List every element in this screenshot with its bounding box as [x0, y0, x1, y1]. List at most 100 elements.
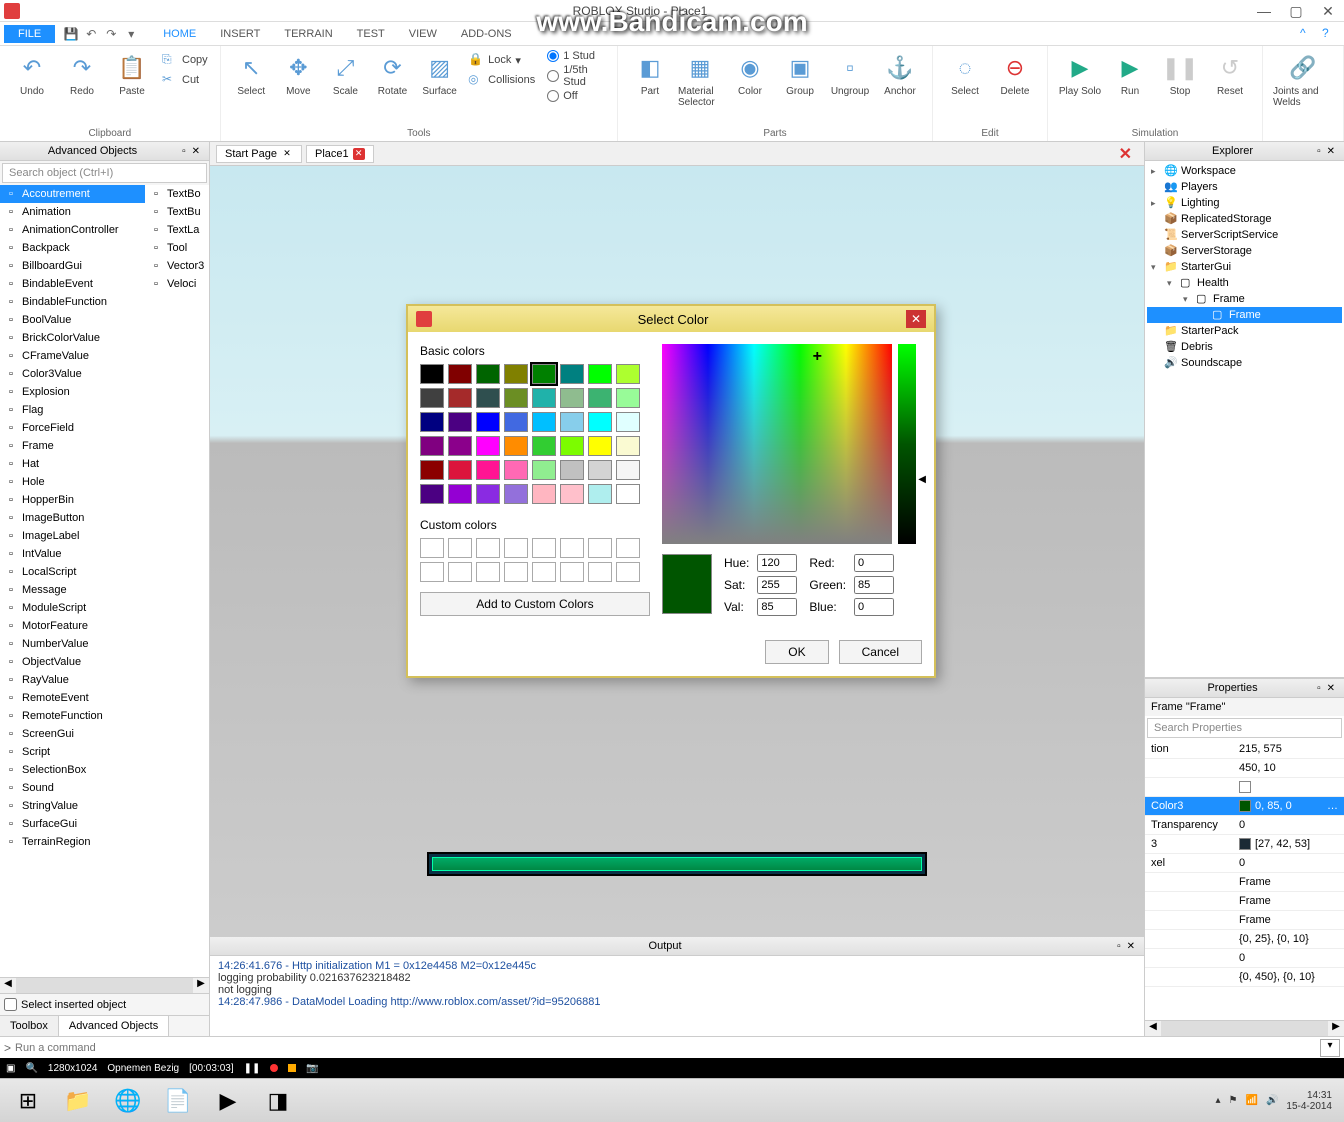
basic-color-swatch[interactable] — [420, 484, 444, 504]
select-tool-button[interactable]: ↖Select — [229, 50, 274, 99]
reset-button[interactable]: ↺Reset — [1206, 50, 1254, 99]
basic-color-swatch[interactable] — [560, 364, 584, 384]
object-item[interactable]: ▫RemoteEvent — [0, 689, 145, 707]
snap-radio[interactable]: 1/5th Stud — [547, 64, 609, 88]
tree-node[interactable]: 📦ReplicatedStorage — [1147, 211, 1342, 227]
property-row[interactable]: Frame — [1145, 873, 1344, 892]
basic-color-swatch[interactable] — [504, 484, 528, 504]
close-view-icon[interactable]: ✕ — [1113, 144, 1138, 164]
rec-stop-icon[interactable] — [288, 1064, 296, 1072]
object-item[interactable]: ▫Message — [0, 581, 145, 599]
basic-color-swatch[interactable] — [616, 388, 640, 408]
tray-network-icon[interactable]: 📶 — [1246, 1095, 1258, 1106]
basic-color-swatch[interactable] — [588, 436, 612, 456]
scale-tool-button[interactable]: ⤢Scale — [323, 50, 368, 99]
rec-pause-icon[interactable]: ❚❚ — [244, 1063, 261, 1074]
green-input[interactable] — [854, 576, 894, 594]
group-button[interactable]: ▣Group — [776, 50, 824, 99]
red-input[interactable] — [854, 554, 894, 572]
custom-color-swatch[interactable] — [588, 562, 612, 582]
object-item[interactable]: ▫Color3Value — [0, 365, 145, 383]
rotate-tool-button[interactable]: ⟳Rotate — [370, 50, 415, 99]
basic-color-swatch[interactable] — [588, 412, 612, 432]
basic-color-swatch[interactable] — [448, 436, 472, 456]
basic-color-swatch[interactable] — [560, 436, 584, 456]
object-item[interactable]: ▫LocalScript — [0, 563, 145, 581]
tab-toolbox[interactable]: Toolbox — [0, 1016, 59, 1036]
snap-radio[interactable]: 1 Stud — [547, 50, 609, 62]
object-search-input[interactable]: Search object (Ctrl+I) — [2, 163, 207, 183]
tree-node[interactable]: 🔊Soundscape — [1147, 355, 1342, 371]
object-item[interactable]: ▫Frame — [0, 437, 145, 455]
menu-tab-home[interactable]: HOME — [151, 24, 208, 44]
basic-color-swatch[interactable] — [560, 460, 584, 480]
object-item[interactable]: ▫NumberValue — [0, 635, 145, 653]
tree-node[interactable]: 📜ServerScriptService — [1147, 227, 1342, 243]
object-item[interactable]: ▫RayValue — [0, 671, 145, 689]
object-item[interactable]: ▫CFrameValue — [0, 347, 145, 365]
tree-caret-icon[interactable]: ▸ — [1151, 166, 1161, 177]
basic-color-swatch[interactable] — [420, 412, 444, 432]
move-tool-button[interactable]: ✥Move — [276, 50, 321, 99]
horizontal-scrollbar[interactable]: ◀▶ — [0, 977, 209, 993]
basic-color-swatch[interactable] — [588, 484, 612, 504]
basic-color-swatch[interactable] — [616, 412, 640, 432]
property-row[interactable]: Frame — [1145, 892, 1344, 911]
object-item[interactable]: ▫Hat — [0, 455, 145, 473]
basic-color-swatch[interactable] — [476, 388, 500, 408]
basic-color-swatch[interactable] — [448, 364, 472, 384]
basic-color-swatch[interactable] — [420, 364, 444, 384]
basic-color-swatch[interactable] — [420, 460, 444, 480]
edit-select-button[interactable]: ◌Select — [941, 50, 989, 99]
blue-input[interactable] — [854, 598, 894, 616]
tree-node[interactable]: ▾▢Frame — [1147, 291, 1342, 307]
run-button[interactable]: ▶Run — [1106, 50, 1154, 99]
basic-color-swatch[interactable] — [616, 436, 640, 456]
tray-flag-icon[interactable]: ⚑ — [1229, 1095, 1238, 1106]
menu-tab-test[interactable]: TEST — [345, 24, 397, 44]
object-item[interactable]: ▫BoolValue — [0, 311, 145, 329]
tree-node[interactable]: ▾📁StarterGui — [1147, 259, 1342, 275]
part-button[interactable]: ◧Part — [626, 50, 674, 99]
basic-color-swatch[interactable] — [532, 388, 556, 408]
object-item[interactable]: ▫Explosion — [0, 383, 145, 401]
rec-expand-icon[interactable]: ▣ — [6, 1063, 15, 1074]
property-row[interactable]: 450, 10 — [1145, 759, 1344, 778]
anchor-button[interactable]: ⚓Anchor — [876, 50, 924, 99]
joints-welds-button[interactable]: 🔗Joints and Welds — [1271, 50, 1335, 110]
delete-button[interactable]: ⊖Delete — [991, 50, 1039, 99]
basic-color-swatch[interactable] — [532, 364, 556, 384]
qa-save-icon[interactable]: 💾 — [61, 24, 81, 44]
cancel-button[interactable]: Cancel — [839, 640, 922, 664]
object-item[interactable]: ▫TextBo — [145, 185, 209, 203]
property-row[interactable]: {0, 25}, {0, 10} — [1145, 930, 1344, 949]
custom-color-swatch[interactable] — [476, 538, 500, 558]
object-item[interactable]: ▫ScreenGui — [0, 725, 145, 743]
object-item[interactable]: ▫Vector3 — [145, 257, 209, 275]
snap-radio[interactable]: Off — [547, 90, 609, 102]
property-row[interactable]: Transparency0 — [1145, 816, 1344, 835]
redo-button[interactable]: ↷Redo — [58, 50, 106, 99]
basic-color-swatch[interactable] — [532, 460, 556, 480]
object-item[interactable]: ▫TextBu — [145, 203, 209, 221]
object-item[interactable]: ▫Veloci — [145, 275, 209, 293]
ok-button[interactable]: OK — [765, 640, 828, 664]
file-menu[interactable]: FILE — [4, 25, 55, 43]
object-item[interactable]: ▫BindableFunction — [0, 293, 145, 311]
close-button[interactable]: ✕ — [1316, 3, 1340, 19]
property-row[interactable]: tion215, 575 — [1145, 740, 1344, 759]
custom-color-swatch[interactable] — [616, 538, 640, 558]
panel-pin-icon[interactable]: ▫ — [1114, 941, 1124, 952]
tree-node[interactable]: ▾▢Health — [1147, 275, 1342, 291]
tab-place1[interactable]: Place1✕ — [306, 145, 374, 163]
properties-hscroll[interactable]: ◀▶ — [1145, 1020, 1344, 1036]
tree-caret-icon[interactable]: ▸ — [1151, 198, 1161, 209]
basic-color-swatch[interactable] — [476, 436, 500, 456]
object-item[interactable]: ▫SelectionBox — [0, 761, 145, 779]
tab-advanced-objects[interactable]: Advanced Objects — [59, 1016, 169, 1036]
stop-button[interactable]: ❚❚Stop — [1156, 50, 1204, 99]
custom-color-swatch[interactable] — [420, 562, 444, 582]
tree-node[interactable]: 📁StarterPack — [1147, 323, 1342, 339]
surface-tool-button[interactable]: ▨Surface — [417, 50, 462, 99]
color-button[interactable]: ◉Color — [726, 50, 774, 99]
